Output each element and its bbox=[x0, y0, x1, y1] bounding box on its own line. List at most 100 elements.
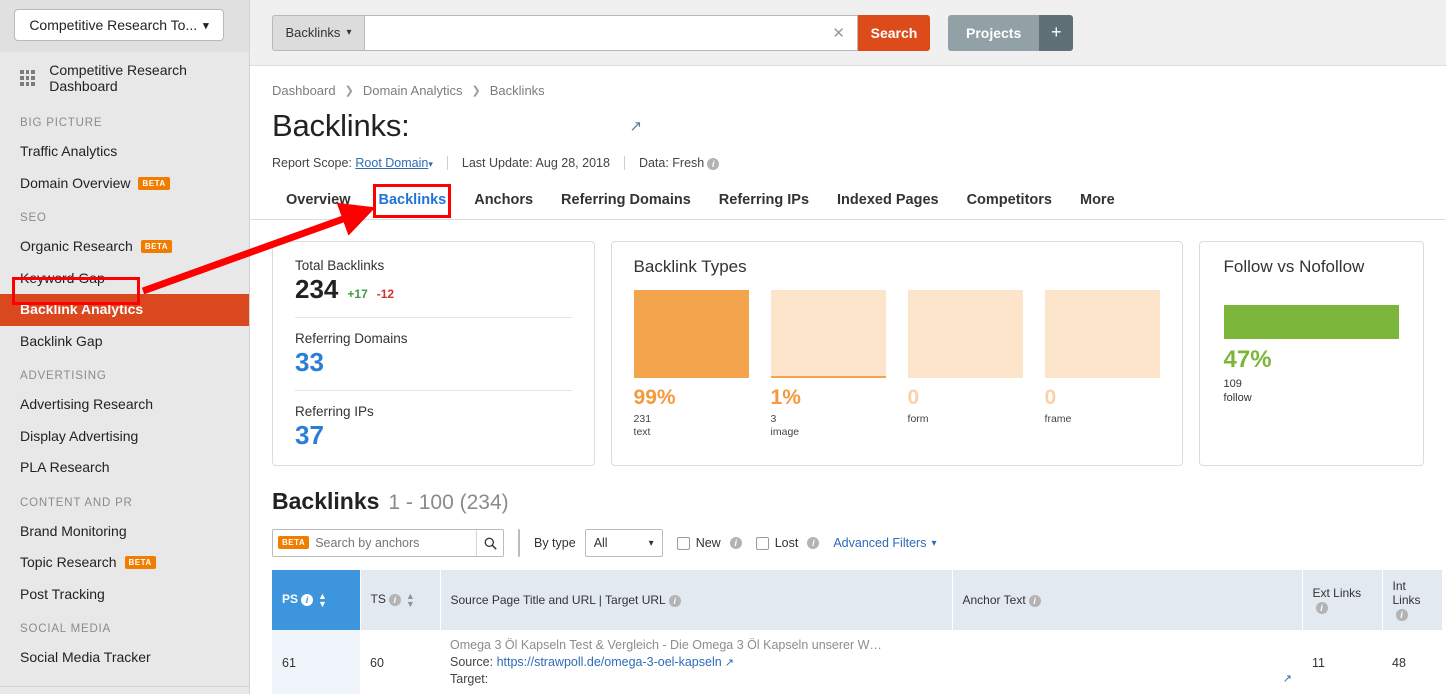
backlink-types-title: Backlink Types bbox=[633, 257, 747, 276]
info-icon[interactable]: i bbox=[301, 594, 314, 606]
breadcrumb-item-1[interactable]: Domain Analytics bbox=[363, 83, 463, 98]
advanced-filters-toggle[interactable]: Advanced Filters ▾ bbox=[833, 536, 936, 550]
filter-lost[interactable]: Lost i bbox=[755, 536, 820, 550]
source-page-title: Omega 3 Öl Kapseln Test & Vergleich - Di… bbox=[450, 638, 882, 652]
close-icon[interactable]: ✕ bbox=[828, 24, 849, 42]
sidebar-item-display-advertising[interactable]: Display Advertising bbox=[0, 421, 249, 453]
info-icon[interactable]: i bbox=[1395, 608, 1408, 621]
sidebar-item-label: Display Advertising bbox=[20, 427, 139, 444]
anchor-search: BETA bbox=[272, 529, 504, 557]
column-header-label: PS bbox=[282, 592, 299, 607]
chevron-right-icon: ❯ bbox=[471, 85, 481, 97]
sidebar-item-social-media-tracker[interactable]: Social Media Tracker bbox=[0, 642, 249, 674]
by-type-select[interactable]: All ▾ bbox=[584, 529, 663, 557]
sort-arrows-icon[interactable]: ▲ ▼ bbox=[406, 592, 415, 609]
source-label: Source: bbox=[450, 655, 497, 669]
table-heading-range: 1 - 100 (234) bbox=[388, 491, 509, 514]
sidebar-section-title: CONTENT AND PR bbox=[20, 496, 133, 509]
page-title: Backlinks: bbox=[272, 108, 410, 143]
breadcrumb-item-0[interactable]: Dashboard bbox=[272, 83, 336, 98]
last-update: Last Update: Aug 28, 2018 bbox=[461, 156, 610, 170]
table-filters: BETA By type All ▾ New bbox=[272, 529, 1424, 557]
external-link-icon[interactable]: ↗ bbox=[1283, 672, 1292, 685]
info-icon[interactable]: i bbox=[807, 537, 820, 549]
sidebar-item-label: Topic Research bbox=[20, 554, 117, 570]
report-scope-value[interactable]: Root Domain bbox=[355, 156, 428, 170]
anchor-search-input[interactable] bbox=[309, 530, 477, 556]
sidebar-item-brand-monitoring[interactable]: Brand Monitoring bbox=[0, 516, 249, 548]
external-link-icon[interactable]: ↗ bbox=[722, 657, 734, 669]
external-link-icon[interactable]: ↗︎ bbox=[630, 117, 643, 135]
sidebar-item-post-tracking[interactable]: Post Tracking bbox=[0, 579, 249, 611]
column-header-int: Int Linksi bbox=[1382, 570, 1443, 630]
by-type-label: By type bbox=[534, 536, 576, 550]
info-icon[interactable]: i bbox=[388, 594, 401, 606]
sidebar-item-backlink-analytics[interactable]: Backlink Analytics bbox=[0, 294, 249, 326]
page-meta: Report Scope: Root Domain▾ Last Update: … bbox=[272, 156, 1424, 170]
backlinks-table: PS i ▲ ▼ TS i ▲ ▼ Source Page Title and URL | Ta… bbox=[272, 570, 1443, 694]
follow-count: 109 follow bbox=[1224, 377, 1399, 406]
cell-page-score: 61 bbox=[272, 630, 360, 694]
info-icon[interactable]: i bbox=[668, 594, 681, 607]
follow-percent: 47% bbox=[1223, 346, 1272, 373]
sidebar-item-backlink-gap[interactable]: Backlink Gap bbox=[0, 326, 249, 358]
metric-label: Referring IPs bbox=[295, 404, 374, 419]
backlink-type-bar bbox=[770, 290, 886, 378]
tab-overview[interactable]: Overview bbox=[272, 186, 365, 219]
by-type-value: All bbox=[593, 536, 608, 550]
link-type-segment bbox=[518, 529, 520, 557]
sidebar-item-topic-research[interactable]: Topic Research BETA bbox=[0, 547, 249, 579]
search-type-dropdown[interactable]: Backlinks ▾ bbox=[272, 14, 364, 51]
source-url-link[interactable]: https://strawpoll.de/omega-3-oel-kapseln bbox=[497, 655, 722, 669]
column-header-ts[interactable]: TS i ▲ ▼ bbox=[360, 570, 441, 630]
info-icon[interactable]: i bbox=[1315, 601, 1328, 614]
sidebar-item-advertising-research[interactable]: Advertising Research bbox=[0, 389, 249, 421]
backlink-type-text: 99% 231 text bbox=[633, 290, 749, 439]
table-header-row: PS i ▲ ▼ TS i ▲ ▼ Source Page Title and URL | Ta… bbox=[272, 570, 1443, 630]
search-input[interactable] bbox=[375, 25, 829, 40]
sidebar-item-dashboard[interactable]: Competitive Research Dashboard bbox=[0, 52, 249, 104]
info-icon[interactable]: i bbox=[1028, 594, 1041, 607]
sidebar-item-label: Post Tracking bbox=[20, 585, 105, 602]
cell-int-links: 48 bbox=[1382, 630, 1442, 694]
info-icon[interactable]: i bbox=[729, 537, 742, 549]
checkbox-new[interactable] bbox=[676, 536, 690, 550]
search-icon[interactable] bbox=[476, 530, 503, 556]
add-project-button[interactable]: + bbox=[1039, 14, 1074, 51]
checkbox-lost[interactable] bbox=[755, 536, 769, 550]
tab-indexed-pages[interactable]: Indexed Pages bbox=[823, 186, 953, 219]
column-header-source: Source Page Title and URL | Target URL i bbox=[440, 570, 953, 630]
tab-competitors[interactable]: Competitors bbox=[953, 186, 1066, 219]
tab-more[interactable]: More bbox=[1066, 186, 1129, 219]
backlink-type-bar bbox=[907, 290, 1023, 378]
sidebar-item-traffic-analytics[interactable]: Traffic Analytics bbox=[0, 136, 249, 168]
projects-button[interactable]: Projects bbox=[948, 14, 1040, 51]
sidebar-item-domain-overview[interactable]: Domain Overview BETA bbox=[0, 168, 249, 200]
metric-label: Referring Domains bbox=[295, 331, 408, 346]
info-icon[interactable]: i bbox=[707, 157, 720, 170]
metric-label: Total Backlinks bbox=[295, 258, 385, 273]
cell-source: Omega 3 Öl Kapseln Test & Vergleich - Di… bbox=[440, 630, 952, 694]
grid-icon bbox=[20, 70, 36, 86]
tab-anchors[interactable]: Anchors bbox=[460, 186, 547, 219]
breadcrumb-item-2[interactable]: Backlinks bbox=[490, 83, 545, 98]
project-selector[interactable]: Competitive Research To... ▾ bbox=[14, 9, 224, 41]
backlink-type-image: 1% 3 image bbox=[770, 290, 886, 439]
metric-delta-up: +17 bbox=[347, 287, 368, 301]
sidebar-item-organic-research[interactable]: Organic Research BETA bbox=[0, 231, 249, 263]
sort-arrows-icon[interactable]: ▲ ▼ bbox=[318, 592, 327, 609]
sidebar-item-keyword-gap[interactable]: Keyword Gap bbox=[0, 263, 249, 295]
column-header-label: Int Links bbox=[1392, 579, 1421, 607]
column-header-ext: Ext Linksi bbox=[1302, 570, 1383, 630]
sidebar-item-pla-research[interactable]: PLA Research bbox=[0, 452, 249, 484]
tab-backlinks[interactable]: Backlinks bbox=[365, 186, 461, 219]
tab-referring-ips[interactable]: Referring IPs bbox=[705, 186, 823, 219]
column-header-ps[interactable]: PS i ▲ ▼ bbox=[272, 570, 361, 630]
search-button[interactable]: Search bbox=[858, 14, 930, 51]
page-header: Backlinks: ↗︎ Report Scope: Root Domain▾… bbox=[250, 98, 1446, 170]
metric-list: Total Backlinks 234 +17 -12 Referring Domain… bbox=[295, 258, 572, 451]
tab-referring-domains[interactable]: Referring Domains bbox=[547, 186, 705, 219]
filter-new[interactable]: New i bbox=[676, 536, 742, 550]
backlink-types-bars: 99% 231 text 1% 3 image 0 form 0 frame bbox=[633, 290, 1160, 439]
backlink-type-label: frame bbox=[1044, 413, 1072, 425]
